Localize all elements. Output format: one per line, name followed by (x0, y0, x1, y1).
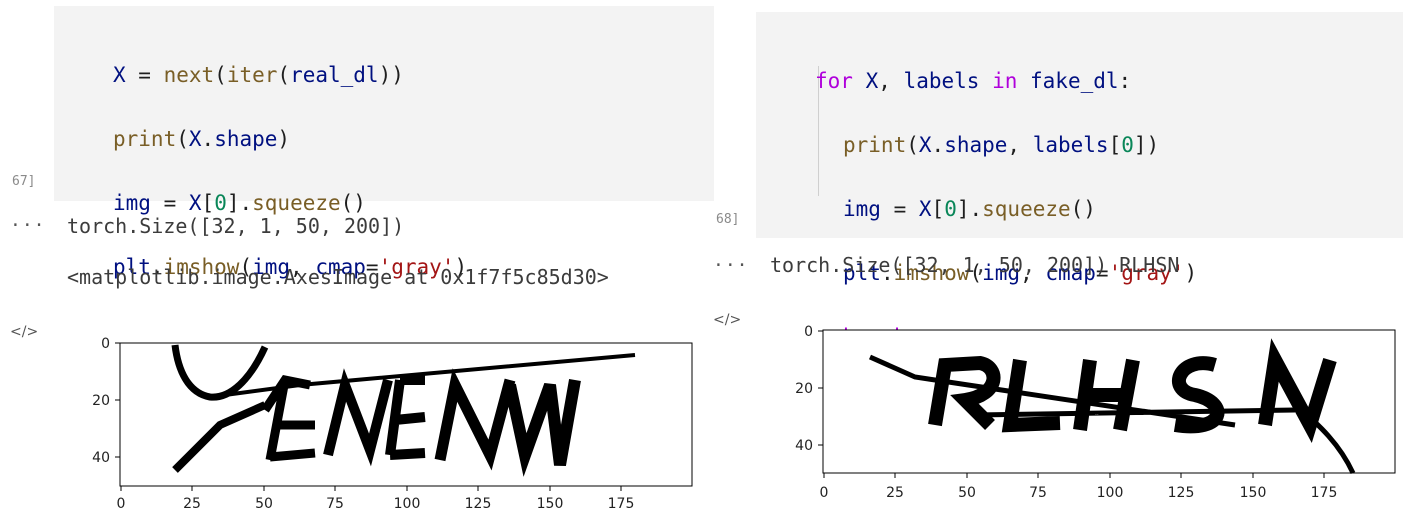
x-tick-label: 100 (1097, 485, 1124, 501)
captcha-label: ENENN (380, 429, 384, 431)
code-line: print(X.shape, labels[0]) (843, 133, 1160, 157)
y-tick-label: 0 (101, 336, 110, 352)
code-output-icon[interactable]: </> (713, 312, 741, 328)
y-tick-label: 40 (795, 438, 813, 454)
output-text: torch.Size([32, 1, 50, 200]) RLHSN (770, 253, 1180, 277)
x-tick-label: 150 (537, 496, 564, 512)
x-tick-label: 150 (1240, 485, 1267, 501)
plot-image: ENENN (119, 342, 693, 487)
right-plot: RLHSN 0 20 40 0 25 50 75 100 125 150 175 (795, 324, 1396, 501)
code-line: X = next(iter(real_dl)) (113, 63, 404, 87)
x-tick-label: 75 (1029, 485, 1047, 501)
x-tick-label: 75 (326, 496, 344, 512)
plot-image: RLHSN (822, 329, 1396, 475)
execution-count: 68] (716, 212, 740, 227)
code-output-icon[interactable]: </> (10, 324, 38, 340)
x-tick-label: 25 (183, 496, 201, 512)
x-axis: 0 25 50 75 100 125 150 175 (117, 486, 635, 512)
y-tick-label: 20 (92, 393, 110, 409)
x-tick-label: 0 (820, 485, 829, 501)
output-text: <matplotlib.image.AxesImage at 0x1f7f5c8… (67, 265, 609, 289)
code-line: img = X[0].squeeze() (843, 197, 1096, 221)
captcha-label: RLHSN (1095, 414, 1099, 416)
x-tick-label: 100 (394, 496, 421, 512)
output-menu-button[interactable]: ··· (713, 255, 749, 276)
x-tick-label: 125 (465, 496, 492, 512)
x-tick-label: 175 (1311, 485, 1338, 501)
execution-count: 67] (12, 174, 36, 189)
output-menu-button[interactable]: ··· (10, 215, 46, 236)
x-tick-label: 175 (608, 496, 635, 512)
left-plot: ENENN 0 20 40 0 25 50 75 100 125 150 175 (92, 336, 693, 512)
y-axis: 0 20 40 (92, 336, 120, 466)
x-tick-label: 0 (117, 496, 126, 512)
y-tick-label: 20 (795, 381, 813, 397)
code-line: for X, labels in fake_dl: (815, 69, 1132, 93)
y-tick-label: 40 (92, 450, 110, 466)
x-tick-label: 50 (255, 496, 273, 512)
y-tick-label: 0 (804, 324, 813, 340)
x-tick-label: 25 (886, 485, 904, 501)
code-line: print(X.shape) (113, 127, 291, 151)
x-axis: 0 25 50 75 100 125 150 175 (820, 473, 1338, 501)
output-text: torch.Size([32, 1, 50, 200]) (67, 214, 405, 238)
x-tick-label: 125 (1168, 485, 1195, 501)
x-tick-label: 50 (958, 485, 976, 501)
y-axis: 0 20 40 (795, 324, 823, 454)
